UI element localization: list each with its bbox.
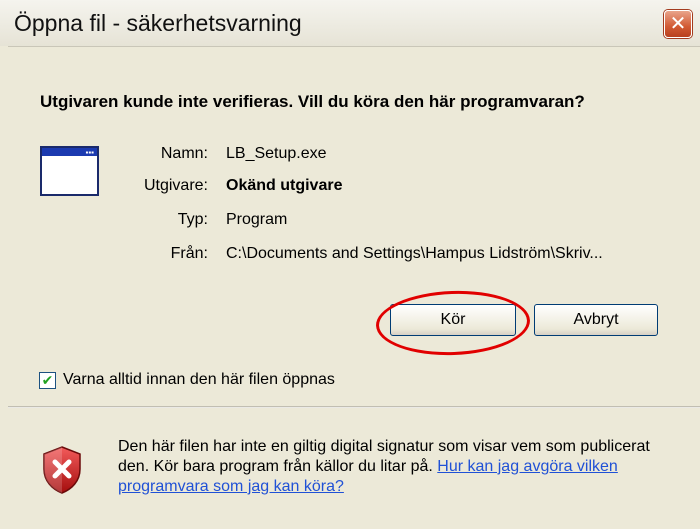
cancel-button[interactable]: Avbryt [534,304,658,336]
always-warn-label[interactable]: Varna alltid innan den här filen öppnas [63,371,335,389]
always-warn-checkbox[interactable]: ✔ [39,372,56,389]
title-bar[interactable]: Öppna fil - säkerhetsvarning ✕ [0,0,700,47]
type-value: Program [226,211,288,228]
publisher-value: Okänd utgivare [226,177,343,194]
warning-message: Den här filen har inte en giltig digital… [118,437,678,497]
name-value: LB_Setup.exe [226,145,327,162]
dialog-question: Utgivaren kunde inte verifieras. Vill du… [40,92,585,111]
close-button[interactable]: ✕ [664,10,692,38]
name-label: Namn: [160,145,208,162]
shield-error-icon [43,446,81,494]
window-border [0,46,8,529]
from-value: C:\Documents and Settings\Hampus Lidströ… [226,245,603,262]
from-label: Från: [170,245,208,262]
type-label: Typ: [177,211,208,228]
highlight-circle-annotation [374,288,532,358]
publisher-label: Utgivare: [143,177,208,194]
program-window-icon: ▪▪▪ [40,146,99,196]
security-warning-dialog: Öppna fil - säkerhetsvarning ✕ Utgivaren… [0,0,700,529]
window-title: Öppna fil - säkerhetsvarning [14,10,302,36]
